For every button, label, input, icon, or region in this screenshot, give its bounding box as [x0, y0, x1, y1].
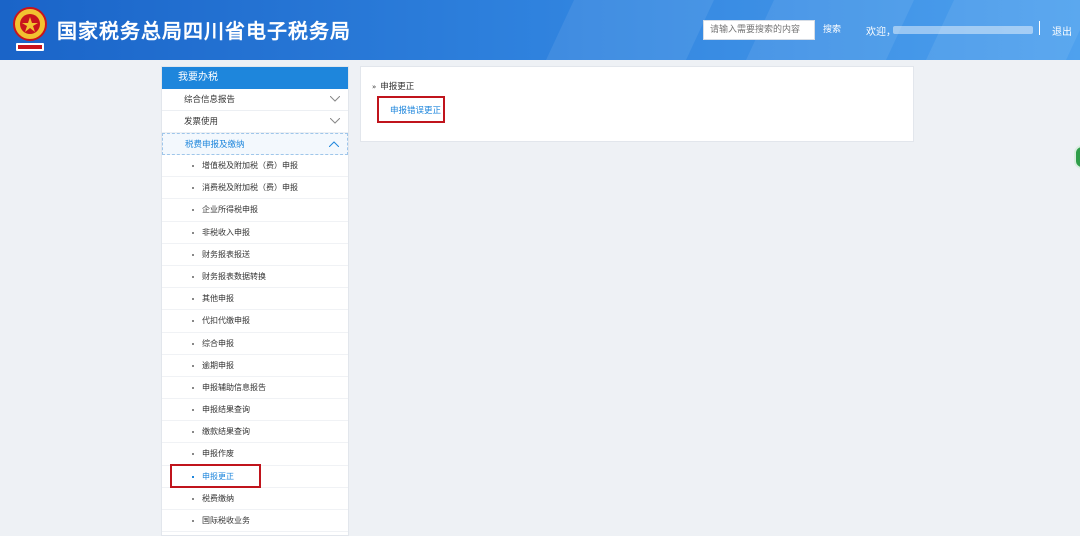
header-divider [1039, 21, 1040, 35]
sidebar-item-label: 申报辅助信息报告 [202, 382, 266, 392]
bullet-dot [192, 520, 194, 522]
sidebar-item-label: 申报结果查询 [202, 405, 250, 415]
sidebar-menu: 我要办税 综合信息报告 发票使用 税费申报及缴纳 增值税及附加税（费）申报 消费… [161, 66, 349, 536]
sidebar-item-label: 缴款结果查询 [202, 427, 250, 437]
sidebar-item-vat-filing[interactable]: 增值税及附加税（费）申报 [162, 155, 348, 178]
bullet-dot [192, 298, 194, 301]
chevron-down-icon [330, 118, 340, 124]
header-decoration [546, 0, 714, 60]
bullet-dot [192, 453, 194, 456]
sidebar-item-filing-void[interactable]: 申报作废 [162, 443, 348, 466]
sidebar-item-label: 代扣代缴申报 [202, 316, 250, 326]
search-input[interactable] [703, 20, 815, 40]
filing-error-correction-link[interactable]: 申报错误更正 [390, 104, 441, 116]
site-title: 国家税务总局四川省电子税务局 [57, 19, 351, 43]
bullet-dot [192, 475, 194, 478]
menu-group-tax-filing[interactable]: 税费申报及缴纳 [162, 133, 348, 155]
bullet-dot [192, 364, 194, 367]
menu-group-invoice[interactable]: 发票使用 [162, 111, 348, 133]
sidebar-item-consumption-tax-filing[interactable]: 消费税及附加税（费）申报 [162, 177, 348, 200]
sidebar-item-label: 税费缴纳 [202, 493, 234, 503]
sidebar-item-tax-payment[interactable]: 税费缴纳 [162, 488, 348, 510]
chevron-down-icon [330, 96, 340, 102]
sidebar-item-other-filing[interactable]: 其他申报 [162, 288, 348, 311]
user-name-redacted [893, 26, 1033, 34]
sidebar-item-label: 财务报表报送 [202, 249, 250, 259]
sidebar-item-label: 申报更正 [202, 471, 234, 481]
sidebar-item-label: 非税收入申报 [202, 227, 250, 237]
sidebar-item-non-tax-revenue[interactable]: 非税收入申报 [162, 222, 348, 244]
sidebar-item-filing-correction[interactable]: 申报更正 [162, 466, 348, 488]
bullet-dot [192, 320, 194, 323]
menu-group-label: 发票使用 [184, 117, 219, 127]
sidebar-item-overdue-filing[interactable]: 逾期申报 [162, 355, 348, 377]
menu-group-info-report[interactable]: 综合信息报告 [162, 89, 348, 111]
sidebar-item-comprehensive-filing[interactable]: 综合申报 [162, 333, 348, 355]
content-panel: » 申报更正 申报错误更正 [360, 66, 914, 142]
section-heading: » 申报更正 [372, 80, 414, 92]
bullet-dot [192, 409, 194, 412]
menu-group-label: 综合信息报告 [184, 95, 236, 105]
sidebar-item-corporate-income-tax[interactable]: 企业所得税申报 [162, 199, 348, 222]
bullet-dot [192, 431, 194, 434]
search-button[interactable]: 搜索 [819, 20, 845, 40]
sidebar-item-withholding-filing[interactable]: 代扣代缴申报 [162, 310, 348, 333]
bullet-dot [192, 165, 194, 167]
sidebar-item-international-tax[interactable]: 国际税收业务 [162, 510, 348, 533]
logout-link[interactable]: 退出 [1052, 23, 1072, 38]
bullet-dot [192, 497, 194, 500]
site-header: 国家税务总局四川省电子税务局 搜索 欢迎， 退出 [0, 0, 1080, 60]
section-heading-label: 申报更正 [380, 82, 415, 92]
sidebar-title: 我要办税 [162, 67, 348, 89]
sidebar-item-statement-conversion[interactable]: 财务报表数据转换 [162, 266, 348, 289]
bullet-dot [192, 231, 194, 234]
bullet-dot [192, 209, 194, 212]
bullet-dot [192, 187, 194, 190]
sidebar-item-label: 申报作废 [202, 449, 234, 459]
floating-help-widget[interactable] [1074, 145, 1080, 169]
sidebar-item-label: 逾期申报 [202, 360, 234, 370]
sidebar-item-label: 国际税收业务 [202, 516, 250, 525]
double-chevron-icon: » [372, 83, 377, 91]
sidebar-item-label: 消费税及附加税（费）申报 [202, 183, 298, 193]
tax-emblem-icon [13, 7, 47, 51]
sidebar-item-financial-statements[interactable]: 财务报表报送 [162, 244, 348, 266]
menu-group-label: 税费申报及缴纳 [185, 140, 245, 150]
sidebar-item-auxiliary-report[interactable]: 申报辅助信息报告 [162, 377, 348, 400]
sidebar-item-label: 企业所得税申报 [202, 205, 258, 215]
sidebar-item-filing-result-query[interactable]: 申报结果查询 [162, 399, 348, 422]
sidebar-item-label: 其他申报 [202, 294, 234, 304]
sidebar-item-payment-result-query[interactable]: 缴款结果查询 [162, 421, 348, 444]
welcome-text: 欢迎， [866, 27, 896, 38]
chevron-up-icon [329, 141, 339, 147]
bullet-dot [192, 342, 194, 345]
bullet-dot [192, 275, 194, 278]
bullet-dot [192, 386, 194, 389]
sidebar-item-label: 综合申报 [202, 338, 234, 348]
sidebar-item-label: 增值税及附加税（费）申报 [202, 161, 298, 170]
sidebar-item-label: 财务报表数据转换 [202, 271, 266, 281]
bullet-dot [192, 253, 194, 256]
